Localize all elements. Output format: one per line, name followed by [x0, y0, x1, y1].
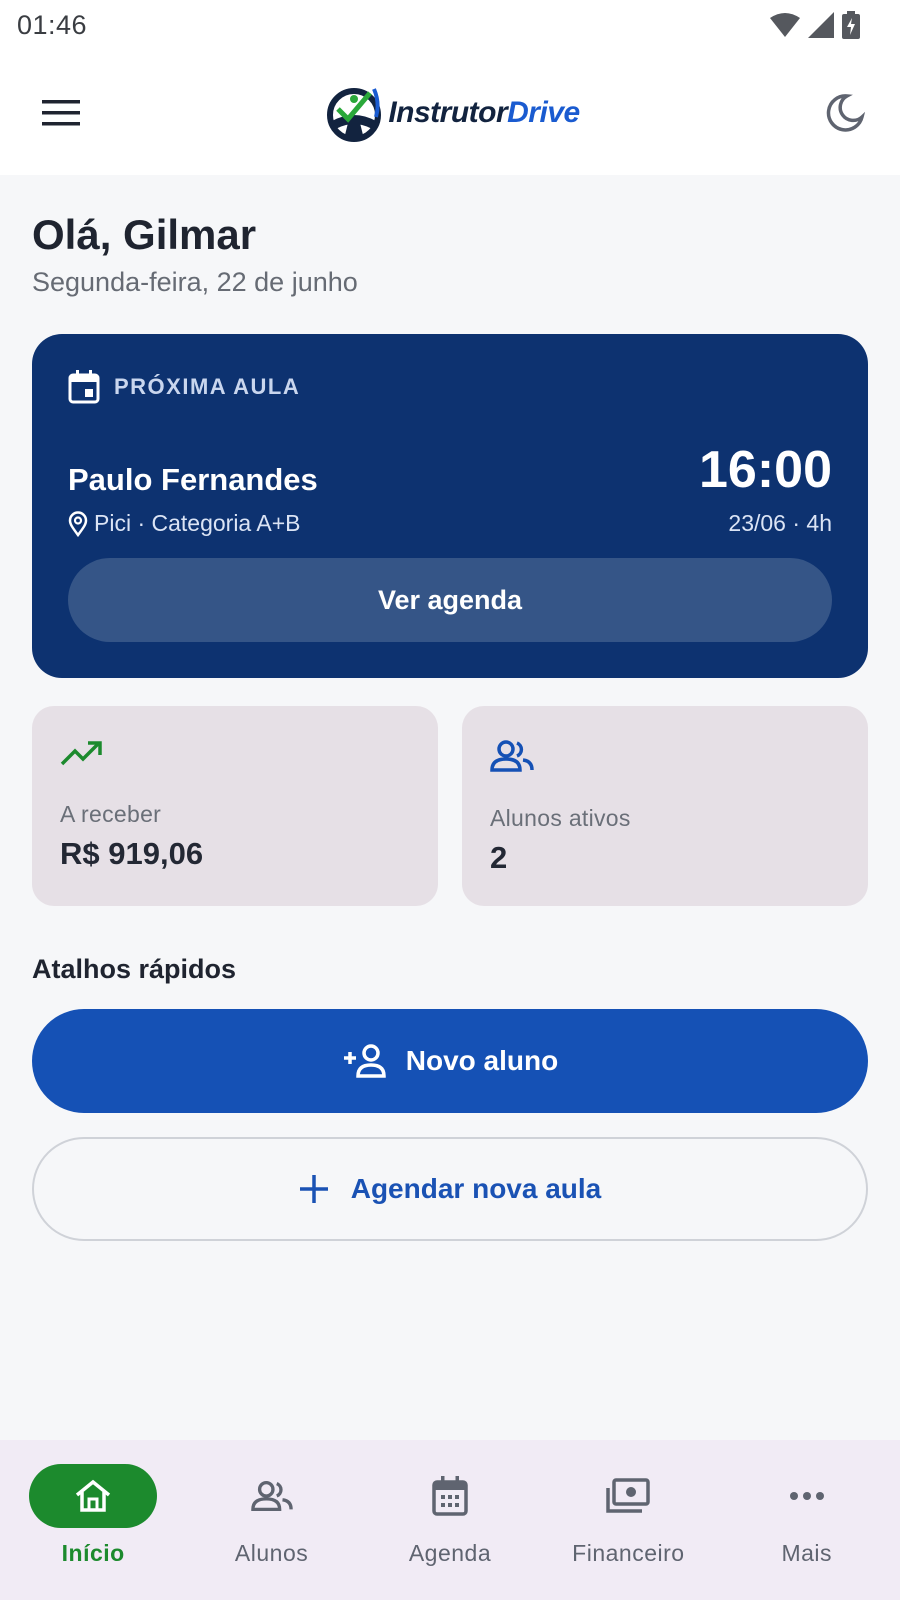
nav-label: Alunos	[234, 1540, 309, 1566]
nav-indicator	[208, 1464, 336, 1528]
more-icon	[789, 1492, 824, 1500]
home-content: Olá, Gilmar Segunda-feira, 22 de junho P…	[32, 175, 868, 1241]
app-logo: InstrutorDrive	[326, 83, 580, 143]
new-student-button[interactable]: Novo aluno	[32, 1009, 868, 1113]
stat-value: R$ 919,06	[60, 836, 204, 871]
steering-wheel-logo-icon	[327, 87, 382, 142]
nav-label: Financeiro	[572, 1540, 685, 1566]
stats-row: A receber R$ 919,06 Alunos ativos 2	[32, 706, 868, 906]
nav-item-financeiro[interactable]: Financeiro	[540, 1440, 716, 1600]
moon-icon	[826, 93, 865, 132]
next-lesson-label: PRÓXIMA AULA	[114, 374, 301, 399]
schedule-lesson-button[interactable]: Agendar nova aula	[32, 1137, 868, 1241]
plus-icon	[299, 1175, 328, 1203]
stat-label: A receber	[60, 801, 162, 827]
calendar-icon	[68, 370, 100, 404]
location-pin-icon	[68, 510, 88, 537]
calendar-icon	[432, 1476, 468, 1516]
status-time: 01:46	[17, 9, 88, 40]
bottom-navigation: Início Alunos Agenda Financeiro Mais	[0, 1440, 900, 1600]
nav-item-agenda[interactable]: Agenda	[362, 1440, 538, 1600]
app-bar: InstrutorDrive	[0, 50, 900, 175]
logo-text-instrutor: Instrutor	[388, 95, 508, 129]
nav-item-mais[interactable]: Mais	[719, 1440, 895, 1600]
next-lesson-card: PRÓXIMA AULA Paulo Fernandes Pici · Cate…	[32, 334, 868, 678]
greeting-title: Olá, Gilmar	[32, 211, 257, 258]
shortcuts-title: Atalhos rápidos	[32, 954, 237, 984]
nav-indicator	[564, 1464, 692, 1528]
people-icon	[250, 1480, 293, 1512]
stat-card-active-students[interactable]: Alunos ativos 2	[462, 706, 868, 906]
nav-label: Agenda	[408, 1540, 492, 1566]
stat-label: Alunos ativos	[490, 805, 631, 831]
nav-indicator	[386, 1464, 514, 1528]
nav-item-inicio[interactable]: Início	[5, 1440, 181, 1600]
stat-value: 2	[490, 840, 508, 875]
nav-item-alunos[interactable]: Alunos	[184, 1440, 360, 1600]
next-lesson-location: Pici · Categoria A+B	[94, 510, 301, 536]
greeting-date: Segunda-feira, 22 de junho	[32, 267, 358, 297]
next-lesson-date-duration: 23/06 · 4h	[728, 510, 832, 536]
nav-indicator	[29, 1464, 158, 1528]
next-lesson-details: Paulo Fernandes Pici · Categoria A+B 16:…	[68, 444, 832, 537]
nav-label: Início	[61, 1540, 125, 1566]
theme-toggle-button[interactable]	[820, 88, 870, 138]
nav-label: Mais	[781, 1540, 833, 1566]
wifi-icon	[770, 13, 800, 37]
stat-card-receivable[interactable]: A receber R$ 919,06	[32, 706, 438, 906]
schedule-lesson-label: Agendar nova aula	[350, 1173, 602, 1204]
next-lesson-location-row: Pici · Categoria A+B	[68, 510, 318, 537]
logo-text: InstrutorDrive	[388, 95, 580, 130]
status-bar: 01:46	[0, 0, 900, 50]
battery-charging-icon	[842, 11, 860, 39]
signal-icon	[808, 12, 834, 38]
next-lesson-student: Paulo Fernandes	[68, 462, 318, 497]
new-student-label: Novo aluno	[405, 1045, 559, 1076]
status-icons	[770, 11, 860, 39]
trending-up-icon	[60, 741, 102, 766]
home-icon	[76, 1479, 111, 1512]
nav-indicator	[743, 1464, 871, 1528]
next-lesson-header: PRÓXIMA AULA	[68, 370, 832, 404]
view-agenda-button[interactable]: Ver agenda	[68, 558, 832, 642]
next-lesson-time: 16:00	[699, 441, 832, 499]
people-icon	[490, 740, 534, 772]
logo-text-drive: Drive	[507, 95, 580, 129]
money-icon	[606, 1478, 651, 1513]
person-add-icon	[343, 1044, 386, 1078]
menu-icon	[42, 99, 80, 125]
menu-button[interactable]	[36, 88, 86, 138]
